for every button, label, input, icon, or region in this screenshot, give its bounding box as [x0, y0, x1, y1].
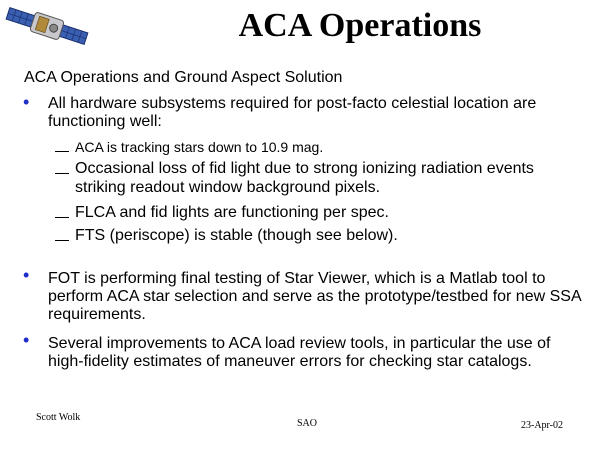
bullet-text: All hardware subsystems required for pos…	[48, 95, 537, 130]
footer-org: SAO	[297, 418, 318, 429]
dash-marker	[55, 240, 69, 241]
sub-bullet-text: ACA is tracking stars down to 10.9 mag.	[75, 139, 324, 155]
sub-bullet-text: FTS (periscope) is stable (though see be…	[75, 227, 398, 244]
footer-author: Scott Wolk	[36, 412, 81, 423]
dash-marker	[55, 217, 69, 218]
bullet-text: FOT is performing final testing of Star …	[48, 270, 581, 323]
satellite-icon	[5, 6, 89, 46]
bullet-marker: •	[23, 265, 30, 285]
sub-bullet-text: Occasional loss of fid light due to stro…	[75, 160, 534, 196]
slide-subtitle: ACA Operations and Ground Aspect Solutio…	[24, 69, 343, 86]
bullet-marker: •	[23, 330, 30, 350]
dash-marker	[55, 173, 69, 174]
sub-bullet-text: FLCA and fid lights are functioning per …	[75, 204, 389, 221]
bullet-text: Several improvements to ACA load review …	[48, 335, 551, 370]
bullet-marker: •	[23, 92, 30, 112]
dash-marker	[55, 151, 69, 152]
footer-date: 23-Apr-02	[521, 420, 564, 431]
slide-title: ACA Operations	[238, 7, 482, 44]
